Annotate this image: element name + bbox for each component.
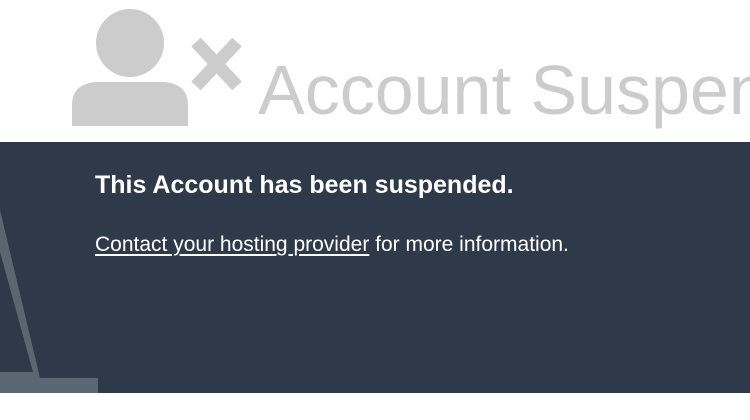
- contact-message: Contact your hosting provider for more i…: [95, 232, 569, 258]
- contact-message-suffix: for more information.: [369, 233, 569, 256]
- triangle-decoration: [0, 210, 98, 393]
- bottom-strip: [0, 393, 750, 420]
- page-title: Account Suspended: [258, 51, 750, 129]
- header: Account Suspended: [0, 0, 750, 142]
- user-x-icon: [72, 9, 242, 126]
- message-panel: This Account has been suspended. Contact…: [0, 142, 750, 393]
- contact-provider-link[interactable]: Contact your hosting provider: [95, 233, 369, 256]
- suspended-page: Account Suspended This Account has been …: [0, 0, 750, 420]
- suspension-heading: This Account has been suspended.: [95, 171, 514, 199]
